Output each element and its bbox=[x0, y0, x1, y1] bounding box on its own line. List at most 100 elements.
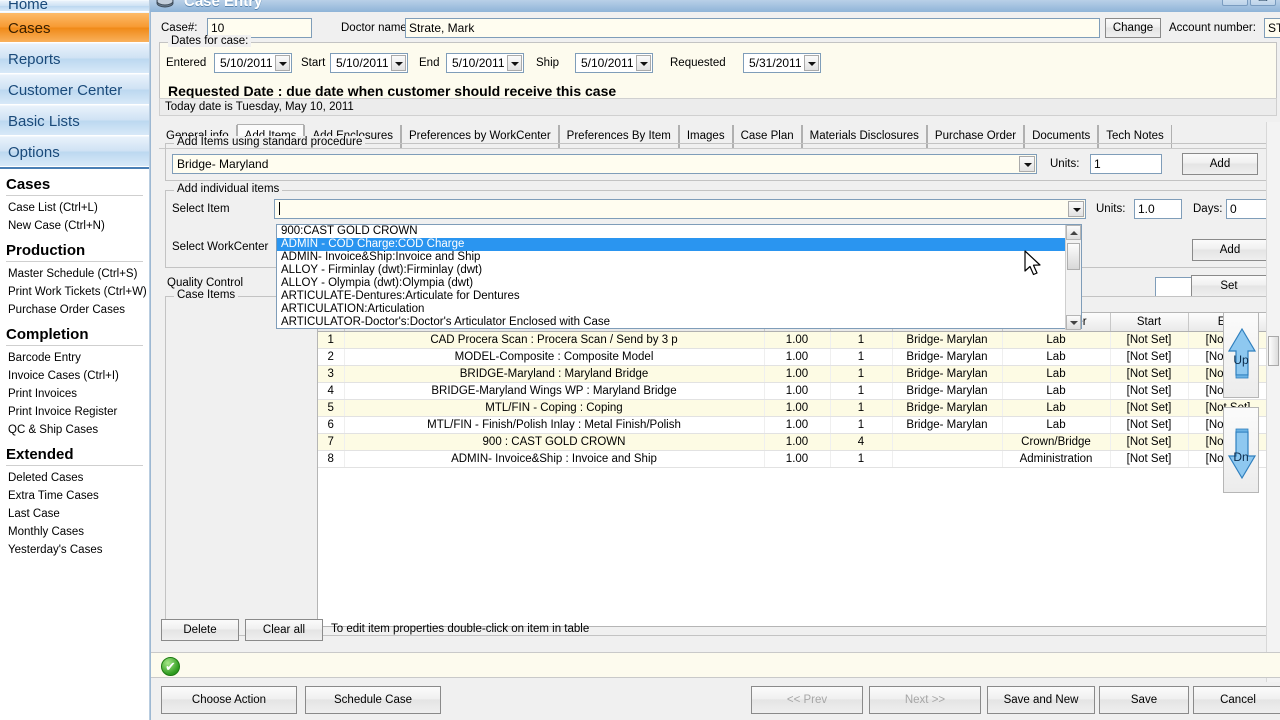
start-date-picker[interactable]: 5/10/2011 bbox=[330, 53, 408, 73]
end-date-picker[interactable]: 5/10/2011 bbox=[446, 53, 524, 73]
chevron-down-icon[interactable] bbox=[275, 55, 290, 71]
sidebar-link-master-schedule-ctrl-s[interactable]: Master Schedule (Ctrl+S) bbox=[0, 265, 149, 283]
individual-days-label: Days: bbox=[1193, 203, 1223, 215]
sidebar-link-print-invoice-register[interactable]: Print Invoice Register bbox=[0, 403, 149, 421]
chevron-down-icon[interactable] bbox=[507, 55, 522, 71]
sidebar-link-extra-time-cases[interactable]: Extra Time Cases bbox=[0, 487, 149, 505]
panel-scrollbar-thumb[interactable] bbox=[1268, 336, 1279, 366]
chevron-down-icon[interactable] bbox=[636, 55, 651, 71]
dropdown-option[interactable]: ALLOY - Olympia (dwt):Olympia (dwt) bbox=[277, 277, 1081, 290]
table-row[interactable]: 8 ADMIN- Invoice&Ship : Invoice and Ship 1… bbox=[318, 450, 1280, 468]
chevron-down-icon[interactable] bbox=[1019, 156, 1035, 172]
standard-units-input[interactable] bbox=[1090, 154, 1162, 174]
sidebar-link-print-work-tickets-ctrl-w[interactable]: Print Work Tickets (Ctrl+W) bbox=[0, 283, 149, 301]
dropdown-option[interactable]: ALLOY - Firminlay (dwt):Firminlay (dwt) bbox=[277, 264, 1081, 277]
case-entry-icon bbox=[156, 0, 174, 8]
panel-vertical-scrollbar[interactable] bbox=[1266, 122, 1280, 682]
delete-item-button[interactable]: Delete bbox=[161, 619, 239, 641]
sidebar-link-new-case-ctrl-n[interactable]: New Case (Ctrl+N) bbox=[0, 217, 149, 235]
dates-group-title: Dates for case: bbox=[168, 35, 252, 47]
dropdown-option[interactable]: ADMIN - COD Charge:COD Charge bbox=[277, 238, 1081, 251]
sidebar-link-last-case[interactable]: Last Case bbox=[0, 505, 149, 523]
choose-action-button[interactable]: Choose Action bbox=[161, 686, 297, 714]
cell-units: 1.00 bbox=[764, 365, 831, 383]
sidebar-link-monthly-cases[interactable]: Monthly Cases bbox=[0, 523, 149, 541]
cell-workcenter: Lab bbox=[1002, 399, 1111, 417]
ship-date-picker[interactable]: 5/10/2011 bbox=[575, 53, 653, 73]
account-number-input[interactable] bbox=[1264, 18, 1280, 38]
sidebar-link-barcode-entry[interactable]: Barcode Entry bbox=[0, 349, 149, 367]
restore-icon[interactable]: ❐ bbox=[1250, 0, 1276, 6]
standard-procedure-combo[interactable]: Bridge- Maryland bbox=[172, 154, 1037, 174]
table-row[interactable]: 2 MODEL-Composite : Composite Model 1.00 1 B… bbox=[318, 348, 1280, 366]
table-row[interactable]: 1 CAD Procera Scan : Procera Scan / Send … bbox=[318, 331, 1280, 349]
sidebar-nav-basic-lists[interactable]: Basic Lists bbox=[0, 105, 149, 136]
move-item-down-button[interactable]: Dn bbox=[1223, 407, 1259, 493]
cell-item: BRIDGE-Maryland : Maryland Bridge bbox=[344, 365, 765, 383]
select-item-dropdown-list[interactable]: 900:CAST GOLD CROWN ADMIN - COD Charge:CO… bbox=[276, 224, 1082, 330]
dropdown-scrollbar[interactable] bbox=[1065, 225, 1081, 330]
table-row[interactable]: 3 BRIDGE-Maryland : Maryland Bridge 1.00 1 B… bbox=[318, 365, 1280, 383]
individual-days-input[interactable] bbox=[1226, 199, 1268, 219]
cell-n: 5 bbox=[318, 399, 345, 417]
chevron-down-icon[interactable] bbox=[391, 55, 406, 71]
sidebar-link-deleted-cases[interactable]: Deleted Cases bbox=[0, 469, 149, 487]
schedule-case-button[interactable]: Schedule Case bbox=[305, 686, 441, 714]
sidebar-nav-home[interactable]: Home bbox=[0, 0, 149, 12]
add-individual-item-button[interactable]: Add bbox=[1192, 239, 1268, 261]
case-items-table[interactable]: n/nItemUnitsTeethProcedureWorkCenterStar… bbox=[317, 312, 1280, 627]
entered-date-picker[interactable]: 5/10/2011 bbox=[214, 53, 292, 73]
dropdown-option[interactable]: ARTICULATE-Dentures:Articulate for Dentu… bbox=[277, 290, 1081, 303]
next-case-button[interactable]: Next >> bbox=[869, 686, 981, 714]
doctor-name-input[interactable] bbox=[405, 18, 1100, 38]
status-bar bbox=[151, 652, 1280, 678]
column-header-start[interactable]: Start bbox=[1110, 313, 1189, 332]
cell-teeth: 1 bbox=[830, 382, 893, 400]
select-item-combo[interactable] bbox=[274, 199, 1086, 219]
cell-workcenter: Lab bbox=[1002, 365, 1111, 383]
requested-date-banner: Requested Date : due date when customer … bbox=[168, 83, 617, 99]
dropdown-option[interactable]: ARTICULATOR-Doctor's:Doctor's Articulato… bbox=[277, 316, 1081, 329]
table-row[interactable]: 5 MTL/FIN - Coping : Coping 1.00 1 Bridge- M… bbox=[318, 399, 1280, 417]
save-and-new-button[interactable]: Save and New bbox=[987, 686, 1095, 714]
cell-start: [Not Set] bbox=[1110, 433, 1189, 451]
clear-all-items-button[interactable]: Clear all bbox=[245, 619, 323, 641]
dropdown-scrollbar-thumb[interactable] bbox=[1067, 243, 1080, 270]
sidebar-nav-reports[interactable]: Reports bbox=[0, 43, 149, 74]
move-item-up-button[interactable]: Up bbox=[1223, 312, 1259, 398]
chevron-down-icon[interactable] bbox=[1068, 201, 1084, 217]
dropdown-option[interactable]: 900:CAST GOLD CROWN bbox=[277, 225, 1081, 238]
add-standard-procedure-button[interactable]: Add bbox=[1182, 153, 1258, 175]
table-row[interactable]: 6 MTL/FIN - Finish/Polish Inlay : Metal F… bbox=[318, 416, 1280, 434]
table-row[interactable]: 7 900 : CAST GOLD CROWN 1.00 4 Crown/Bridge[… bbox=[318, 433, 1280, 451]
sidebar-link-invoice-cases-ctrl-i[interactable]: Invoice Cases (Ctrl+I) bbox=[0, 367, 149, 385]
client-area: Case#: Doctor name: Change Account numbe… bbox=[150, 12, 1280, 720]
sidebar-link-purchase-order-cases[interactable]: Purchase Order Cases bbox=[0, 301, 149, 319]
individual-units-input[interactable] bbox=[1134, 199, 1182, 219]
set-workcenter-button[interactable]: Set bbox=[1191, 275, 1267, 297]
dropdown-option[interactable]: ADMIN- Invoice&Ship:Invoice and Ship bbox=[277, 251, 1081, 264]
dropdown-scroll-up-icon[interactable] bbox=[1066, 225, 1081, 240]
dropdown-option[interactable]: ARTICULATION:Articulation bbox=[277, 303, 1081, 316]
sidebar-link-case-list-ctrl-l[interactable]: Case List (Ctrl+L) bbox=[0, 199, 149, 217]
minimize-icon[interactable]: – bbox=[1222, 0, 1248, 6]
previous-case-button[interactable]: << Prev bbox=[751, 686, 863, 714]
sidebar-section-title-extended: Extended bbox=[6, 446, 74, 463]
cell-teeth: 1 bbox=[830, 399, 893, 417]
cell-procedure bbox=[892, 433, 1003, 451]
sidebar-link-print-invoices[interactable]: Print Invoices bbox=[0, 385, 149, 403]
sidebar-link-qc-ship-cases[interactable]: QC & Ship Cases bbox=[0, 421, 149, 439]
dropdown-scroll-down-icon[interactable] bbox=[1066, 315, 1081, 330]
change-doctor-button[interactable]: Change bbox=[1105, 18, 1161, 38]
sidebar-link-yesterday-s-cases[interactable]: Yesterday's Cases bbox=[0, 541, 149, 559]
sidebar-nav-cases[interactable]: Cases bbox=[0, 12, 149, 43]
table-row[interactable]: 4 BRIDGE-Maryland Wings WP : Maryland Bri… bbox=[318, 382, 1280, 400]
sidebar-nav-customer-center[interactable]: Customer Center bbox=[0, 74, 149, 105]
cancel-button[interactable]: Cancel bbox=[1193, 686, 1280, 714]
sidebar-nav-options[interactable]: Options bbox=[0, 136, 149, 167]
save-button[interactable]: Save bbox=[1099, 686, 1189, 714]
main-window: Case Entry –❐ Case#: Doctor name: Change… bbox=[150, 0, 1280, 720]
chevron-down-icon[interactable] bbox=[804, 55, 819, 71]
requested-date-picker[interactable]: 5/31/2011 bbox=[743, 53, 821, 73]
cell-units: 1.00 bbox=[764, 433, 831, 451]
